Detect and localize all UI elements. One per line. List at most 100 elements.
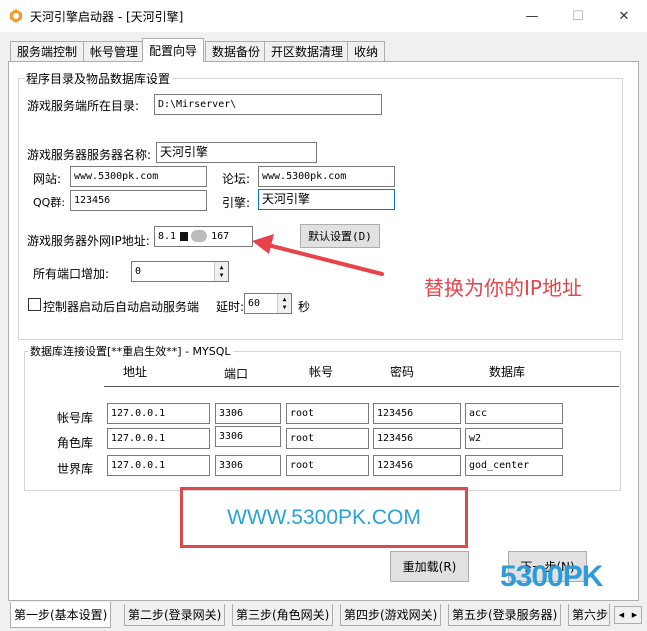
db-port-input[interactable]: 3306 [215, 426, 281, 447]
tab-step4[interactable]: 第四步(游戏网关) [340, 604, 442, 626]
ip-label: 游戏服务器外网IP地址: [27, 234, 150, 248]
tab-server-control[interactable]: 服务端控制 [10, 41, 85, 61]
tab-label: 第二步(登录网关) [128, 608, 222, 622]
server-name-label: 游戏服务器服务器名称: [27, 148, 152, 162]
db-port-input[interactable]: 3306 [215, 455, 281, 476]
tab-label: 第四步(游戏网关) [344, 608, 438, 622]
db-password-input[interactable]: 123456 [373, 455, 461, 476]
tab-label: 服务端控制 [17, 45, 78, 59]
scroll-left-icon[interactable]: ◀ [619, 611, 624, 619]
ip-redaction-spot [191, 230, 208, 242]
db-col-database: 数据库 [489, 365, 526, 379]
forum-input[interactable]: www.5300pk.com [258, 166, 395, 187]
tab-label: 第五步(登录服务器) [452, 608, 558, 622]
server-dir-input[interactable]: D:\Mirserver\ [154, 94, 382, 115]
ip-redaction [180, 231, 189, 241]
delay-stepper[interactable]: 60 ▲ ▼ [244, 293, 292, 314]
tab-label: 第一步(基本设置) [14, 608, 108, 622]
tab-step5[interactable]: 第五步(登录服务器) [448, 604, 562, 626]
db-col-account: 帐号 [309, 365, 334, 379]
maximize-button[interactable]: ☐ [555, 0, 601, 32]
db-col-password: 密码 [390, 365, 415, 379]
delay-value: 60 [248, 298, 261, 309]
annotation-arrow-icon [252, 234, 384, 276]
tab-step2[interactable]: 第二步(登录网关) [124, 604, 226, 626]
autostart-checkbox[interactable] [28, 298, 41, 311]
port-increment-label: 所有端口增加: [33, 267, 110, 281]
delay-unit: 秒 [298, 300, 311, 314]
db-header-divider [104, 386, 619, 387]
reload-button[interactable]: 重加载(R) [390, 551, 469, 582]
db-account-input[interactable]: root [286, 428, 369, 449]
tab-label: 收纳 [354, 45, 379, 59]
minimize-icon: — [525, 8, 539, 24]
server-dir-label: 游戏服务端所在目录: [27, 99, 140, 113]
program-group-title: 程序目录及物品数据库设置 [24, 70, 173, 87]
db-port-input[interactable]: 3306 [215, 403, 281, 424]
engine-input[interactable]: 天河引擎 [258, 189, 395, 210]
website-label: 网站: [33, 172, 62, 186]
db-account-input[interactable]: root [286, 455, 369, 476]
port-increment-spin[interactable]: ▲ ▼ [214, 262, 228, 281]
forum-label: 论坛: [222, 172, 251, 186]
tab-step3[interactable]: 第三步(角色网关) [232, 604, 334, 626]
db-password-input[interactable]: 123456 [373, 403, 461, 424]
tab-label: 数据备份 [212, 45, 261, 59]
close-icon: ✕ [618, 8, 630, 24]
tab-label: 帐号管理 [90, 45, 139, 59]
window-title: 天河引擎启动器 - [天河引擎] [30, 10, 184, 24]
minimize-button[interactable]: — [509, 0, 555, 32]
db-database-input[interactable]: w2 [465, 428, 563, 449]
qq-label: QQ群: [33, 196, 66, 209]
db-database-input[interactable]: acc [465, 403, 563, 424]
title-bar: 天河引擎启动器 - [天河引擎] — ☐ ✕ [0, 0, 647, 32]
url-overlay: WWW.5300PK.COM [180, 487, 468, 548]
annotation-text: 替换为你的IP地址 [424, 276, 582, 300]
tab-scroll-buttons[interactable]: ◀ ▶ [614, 606, 642, 624]
tab-storage[interactable]: 收纳 [347, 41, 386, 61]
delay-spin[interactable]: ▲ ▼ [277, 294, 291, 313]
qq-input[interactable]: 123456 [70, 190, 207, 211]
tab-account-management[interactable]: 帐号管理 [83, 41, 146, 61]
tab-step1[interactable]: 第一步(基本设置) [10, 602, 112, 628]
db-address-input[interactable]: 127.0.0.1 [107, 455, 210, 476]
db-row-label: 帐号库 [57, 411, 94, 425]
tab-step6[interactable]: 第六步 [568, 604, 610, 626]
port-increment-value: 0 [135, 266, 142, 277]
ip-input[interactable]: 8.1 167 [154, 226, 253, 247]
autostart-label: 控制器启动后自动启动服务端 [43, 300, 200, 314]
spin-up-icon: ▲ [219, 263, 224, 271]
tab-label: 开区数据清理 [271, 45, 344, 59]
db-col-address: 地址 [123, 365, 148, 379]
server-name-input[interactable]: 天河引擎 [156, 142, 317, 163]
tab-label: 第六步 [572, 608, 609, 622]
tab-label: 配置向导 [149, 44, 198, 58]
db-account-input[interactable]: root [286, 403, 369, 424]
close-button[interactable]: ✕ [601, 0, 647, 32]
ip-value-right: 167 [211, 231, 230, 242]
db-group-title: 数据库连接设置[**重启生效**] - MYSQL [28, 343, 233, 359]
spin-down-icon: ▼ [219, 271, 224, 279]
db-database-input[interactable]: god_center [465, 455, 563, 476]
tab-data-backup[interactable]: 数据备份 [205, 41, 268, 61]
port-increment-stepper[interactable]: 0 ▲ ▼ [131, 261, 229, 282]
maximize-icon: ☐ [572, 8, 584, 24]
engine-label: 引擎: [222, 196, 251, 210]
tab-label: 第三步(角色网关) [236, 608, 330, 622]
db-password-input[interactable]: 123456 [373, 428, 461, 449]
spin-down-icon: ▼ [282, 303, 287, 311]
app-icon [8, 8, 24, 24]
db-row-label: 世界库 [57, 462, 94, 476]
delay-label: 延时: [216, 300, 245, 314]
db-address-input[interactable]: 127.0.0.1 [107, 428, 210, 449]
scroll-right-icon[interactable]: ▶ [632, 611, 637, 619]
tab-config-wizard[interactable]: 配置向导 [142, 38, 205, 62]
ip-value-left: 8.1 [158, 231, 177, 242]
db-col-port: 端口 [224, 367, 249, 381]
spin-up-icon: ▲ [282, 295, 287, 303]
website-input[interactable]: www.5300pk.com [70, 166, 207, 187]
watermark-logo: 5300PK [500, 560, 603, 593]
tab-data-cleanup[interactable]: 开区数据清理 [264, 41, 351, 61]
db-address-input[interactable]: 127.0.0.1 [107, 403, 210, 424]
db-row-label: 角色库 [57, 436, 94, 450]
